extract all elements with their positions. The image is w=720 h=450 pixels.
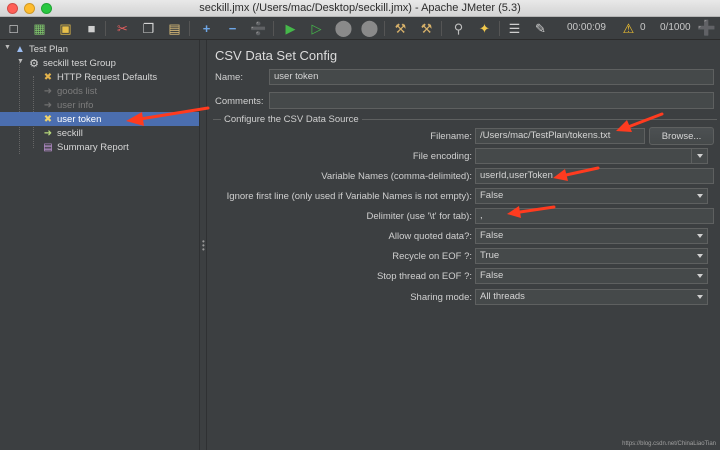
stop-icon[interactable]: ⬤	[335, 20, 353, 37]
csv-config-icon: ➜	[43, 85, 53, 97]
expand-thread-group-toggle[interactable]: ▼	[17, 58, 24, 65]
http-sampler-icon: ➜	[43, 127, 53, 139]
comments-field[interactable]	[269, 92, 714, 109]
encoding-label: File encoding:	[412, 151, 472, 162]
name-label: Name:	[215, 72, 243, 83]
grip-icon: • • •	[202, 237, 205, 254]
paste-icon[interactable]: ▤	[166, 20, 183, 37]
title-bar: seckill.jmx (/Users/mac/Desktop/seckill.…	[0, 0, 720, 17]
open-icon[interactable]: ▣	[57, 20, 74, 37]
chevron-down-icon	[697, 274, 703, 278]
reset-search-icon[interactable]: ✦	[476, 20, 493, 37]
start-no-pause-icon[interactable]: ▷	[308, 20, 325, 37]
shutdown-icon[interactable]: ⬤	[361, 20, 379, 37]
toolbar: □ ▦ ▣ ■ ✂ ❐ ▤ + − ➗ ▶ ▷ ⬤ ⬤ ⚒ ⚒ ⚲ ✦ ☰ ✎ …	[0, 17, 720, 40]
encoding-combo[interactable]	[475, 148, 708, 164]
copy-icon[interactable]: ❐	[140, 20, 157, 37]
tree-item-thread-group[interactable]: ⚙ seckill test Group	[28, 56, 116, 70]
sharing-mode-label: Sharing mode:	[410, 292, 472, 303]
chevron-down-icon	[697, 194, 703, 198]
delimiter-label: Delimiter (use '\t' for tab):	[366, 211, 472, 222]
tree-item-summary-report[interactable]: ▤ Summary Report	[42, 140, 129, 154]
warning-count: 0	[640, 22, 646, 33]
panel-title: CSV Data Set Config	[215, 48, 338, 63]
listener-icon: ▤	[43, 141, 53, 153]
chevron-down-icon	[697, 295, 703, 299]
splitter-handle[interactable]: • • •	[199, 40, 207, 450]
delimiter-field[interactable]: ,	[475, 208, 714, 224]
chevron-down-icon	[697, 234, 703, 238]
group-title: Configure the CSV Data Source	[221, 114, 362, 125]
stop-thread-eof-label: Stop thread on EOF ?:	[376, 271, 472, 282]
toggle-icon[interactable]: ➗	[250, 20, 267, 37]
filename-field[interactable]: /Users/mac/TestPlan/tokens.txt	[475, 128, 645, 144]
window-title: seckill.jmx (/Users/mac/Desktop/seckill.…	[199, 2, 521, 14]
thread-group-icon: ⚙	[29, 57, 39, 70]
recycle-eof-label: Recycle on EOF ?:	[392, 251, 472, 262]
help-icon[interactable]: ✎	[532, 20, 549, 37]
save-icon[interactable]: ■	[83, 20, 100, 37]
tree-item-user-token[interactable]: ✖ user token	[0, 112, 199, 126]
csv-config-icon: ✖	[43, 113, 53, 125]
cut-icon[interactable]: ✂	[114, 20, 131, 37]
start-icon[interactable]: ▶	[282, 20, 299, 37]
allow-quoted-select[interactable]: False	[475, 228, 708, 244]
chevron-down-icon	[697, 254, 703, 258]
ignore-first-line-select[interactable]: False	[475, 188, 708, 204]
function-helper-icon[interactable]: ☰	[506, 20, 523, 37]
expand-icon[interactable]: +	[198, 20, 215, 37]
tree-item-user-info[interactable]: ➜ user info	[42, 98, 94, 112]
tree-item-test-plan[interactable]: ▲ Test Plan	[14, 42, 68, 56]
varnames-field[interactable]: userId,userToken	[475, 168, 714, 184]
collapse-icon[interactable]: −	[224, 20, 241, 37]
warning-icon[interactable]: ⚠	[620, 20, 637, 37]
clear-icon[interactable]: ⚒	[392, 20, 409, 37]
tree-item-goods-list[interactable]: ➜ goods list	[42, 84, 97, 98]
new-icon[interactable]: □	[5, 20, 22, 37]
active-threads: 0/1000	[660, 22, 691, 33]
varnames-label: Variable Names (comma-delimited):	[321, 171, 472, 182]
expand-test-plan-toggle[interactable]: ▼	[4, 44, 11, 51]
templates-icon[interactable]: ▦	[31, 20, 48, 37]
test-plan-icon: ▲	[15, 43, 25, 55]
clear-all-icon[interactable]: ⚒	[418, 20, 435, 37]
test-plan-tree: ▼ ▲ Test Plan ▼ ⚙ seckill test Group ✖ H…	[0, 40, 199, 450]
elapsed-time: 00:00:09	[567, 22, 606, 33]
browse-button[interactable]: Browse...	[649, 127, 714, 145]
ignore-first-line-label: Ignore first line (only used if Variable…	[226, 191, 472, 202]
config-element-icon: ✖	[43, 71, 53, 83]
csv-config-icon: ➜	[43, 99, 53, 111]
csv-config-panel: CSV Data Set Config Name: user token Com…	[207, 40, 720, 450]
remote-start-icon[interactable]: ➕	[697, 20, 716, 37]
search-icon[interactable]: ⚲	[450, 20, 467, 37]
comments-label: Comments:	[215, 96, 264, 107]
tree-item-http-request-defaults[interactable]: ✖ HTTP Request Defaults	[42, 70, 157, 84]
recycle-eof-select[interactable]: True	[475, 248, 708, 264]
tree-item-seckill[interactable]: ➜ seckill	[42, 126, 83, 140]
name-field[interactable]: user token	[269, 69, 714, 85]
filename-label: Filename:	[430, 131, 472, 142]
stop-thread-eof-select[interactable]: False	[475, 268, 708, 284]
jmeter-window: seckill.jmx (/Users/mac/Desktop/seckill.…	[0, 0, 720, 450]
chevron-down-icon	[697, 154, 703, 158]
allow-quoted-label: Allow quoted data?:	[388, 231, 472, 242]
sharing-mode-select[interactable]: All threads	[475, 289, 708, 305]
watermark: https://blog.csdn.net/ChinaLiaoTian	[622, 441, 716, 447]
